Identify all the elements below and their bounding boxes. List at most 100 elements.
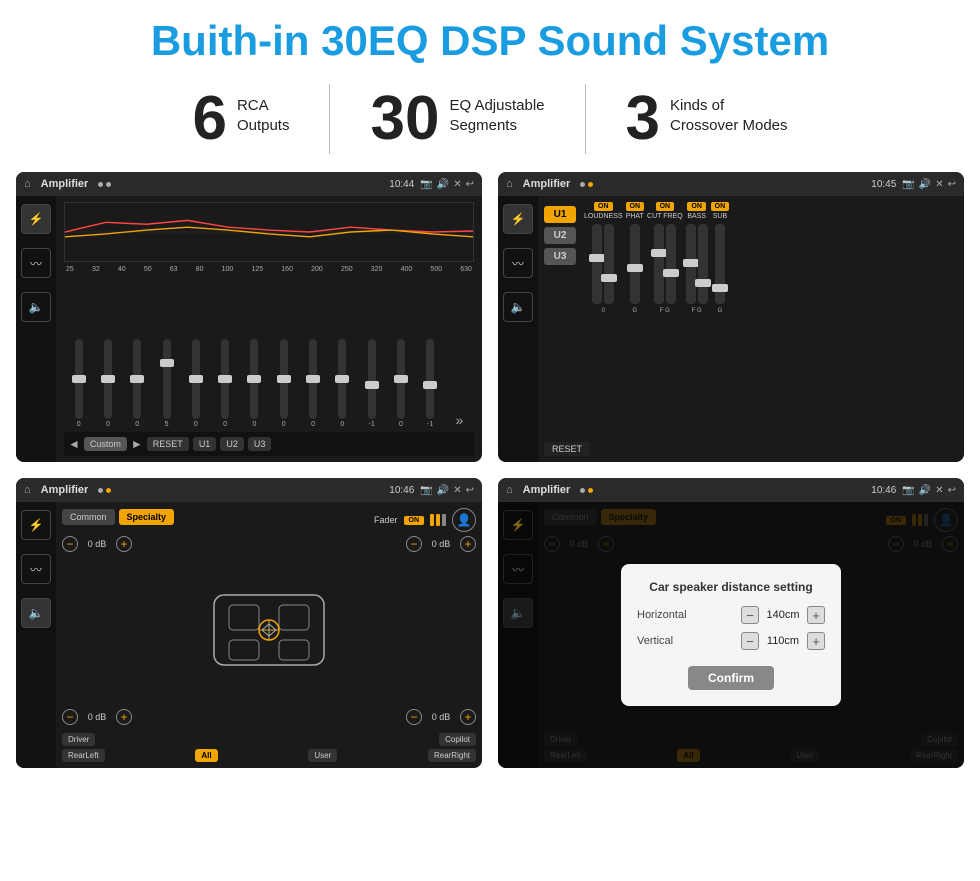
phat-thumb[interactable] [627,264,643,272]
back-icon-1[interactable]: ↩ [466,179,474,190]
crossover-reset-btn[interactable]: RESET [544,442,590,456]
eq-thumb-6[interactable] [247,375,261,383]
back-icon-4[interactable]: ↩ [948,485,956,496]
eq-track-10[interactable] [368,339,376,419]
home-icon-1[interactable]: ⌂ [24,178,31,190]
eq-track-7[interactable] [280,339,288,419]
eq-prev-btn[interactable]: ◄ [68,437,80,451]
horizontal-plus-btn[interactable]: + [807,606,825,624]
eq-u2-btn[interactable]: U2 [220,437,244,451]
vol-minus-fr[interactable]: − [406,536,422,552]
u2-button[interactable]: U2 [544,227,576,244]
confirm-button[interactable]: Confirm [688,666,774,690]
eq-thumb-12[interactable] [423,381,437,389]
eq-thumb-3[interactable] [160,359,174,367]
bass-thumb-g[interactable] [695,279,711,287]
back-icon-3[interactable]: ↩ [466,485,474,496]
eq-track-9[interactable] [338,339,346,419]
vol-minus-rr[interactable]: − [406,709,422,725]
eq-track-5[interactable] [221,339,229,419]
sub-on[interactable]: ON [711,202,730,211]
vertical-plus-btn[interactable]: + [807,632,825,650]
loudness-on[interactable]: ON [594,202,613,211]
home-icon-4[interactable]: ⌂ [506,484,513,496]
eq-reset-btn[interactable]: RESET [147,437,189,451]
eq-track-1[interactable] [104,339,112,419]
speaker-tool-btn-3[interactable]: 🔈 [21,598,51,628]
vol-minus-rl[interactable]: − [62,709,78,725]
vol-plus-fl[interactable]: + [116,536,132,552]
eq-preset-custom[interactable]: Custom [84,437,127,451]
eq-next-btn[interactable]: ► [131,437,143,451]
cutfreq-slider-f[interactable] [654,224,664,304]
close-icon-4: ✕ [935,485,943,496]
eq-track-8[interactable] [309,339,317,419]
bass-thumb-f[interactable] [683,259,699,267]
speaker-tool-btn-2[interactable]: 🔈 [503,292,533,322]
eq-u3-btn[interactable]: U3 [248,437,272,451]
eq-thumb-1[interactable] [101,375,115,383]
eq-track-6[interactable] [250,339,258,419]
u3-button[interactable]: U3 [544,248,576,265]
eq-thumb-11[interactable] [394,375,408,383]
eq-track-4[interactable] [192,339,200,419]
eq-thumb-0[interactable] [72,375,86,383]
vol-plus-rl[interactable]: + [116,709,132,725]
eq-thumb-8[interactable] [306,375,320,383]
phat-on[interactable]: ON [626,202,645,211]
eq-track-11[interactable] [397,339,405,419]
vol-minus-fl[interactable]: − [62,536,78,552]
cutfreq-thumb-g[interactable] [663,269,679,277]
speaker-tool-btn[interactable]: 🔈 [21,292,51,322]
phat-slider[interactable] [630,224,640,304]
vertical-minus-btn[interactable]: − [741,632,759,650]
user-btn[interactable]: User [308,749,337,762]
expand-icon[interactable]: » [456,412,464,428]
tab-specialty-3[interactable]: Specialty [119,509,175,525]
sub-thumb[interactable] [712,284,728,292]
fader-on-toggle[interactable]: ON [404,516,425,525]
eq-thumb-10[interactable] [365,381,379,389]
vol-plus-rr[interactable]: + [460,709,476,725]
eq-tool-btn[interactable]: ⚡ [21,204,51,234]
eq-tool-btn-3[interactable]: ⚡ [21,510,51,540]
horizontal-minus-btn[interactable]: − [741,606,759,624]
home-icon-2[interactable]: ⌂ [506,178,513,190]
bass-on[interactable]: ON [687,202,706,211]
loudness-slider-l[interactable] [592,224,602,304]
wave-tool-btn-3[interactable]: 〰 [21,554,51,584]
bass-slider-f[interactable] [686,224,696,304]
eq-track-3[interactable] [163,339,171,419]
loudness-slider-r[interactable] [604,224,614,304]
back-icon-2[interactable]: ↩ [948,179,956,190]
cutfreq-thumb-f[interactable] [651,249,667,257]
rearright-btn[interactable]: RearRight [428,749,476,762]
wave-tool-btn-2[interactable]: 〰 [503,248,533,278]
eq-thumb-5[interactable] [218,375,232,383]
eq-u1-btn[interactable]: U1 [193,437,217,451]
vol-plus-fr[interactable]: + [460,536,476,552]
loudness-thumb-r[interactable] [601,274,617,282]
cutfreq-slider-g[interactable] [666,224,676,304]
bass-slider-g[interactable] [698,224,708,304]
sub-slider[interactable] [715,224,725,304]
cutfreq-on[interactable]: ON [656,202,675,211]
eq-thumb-2[interactable] [130,375,144,383]
all-btn[interactable]: All [195,749,217,762]
copilot-btn[interactable]: Copilot [439,733,476,746]
u1-button[interactable]: U1 [544,206,576,223]
eq-tool-btn-2[interactable]: ⚡ [503,204,533,234]
eq-thumb-4[interactable] [189,375,203,383]
tab-common-3[interactable]: Common [62,509,115,525]
home-icon-3[interactable]: ⌂ [24,484,31,496]
eq-track-0[interactable] [75,339,83,419]
person-icon-3[interactable]: 👤 [452,508,476,532]
loudness-thumb-l[interactable] [589,254,605,262]
eq-track-2[interactable] [133,339,141,419]
driver-btn[interactable]: Driver [62,733,95,746]
eq-thumb-7[interactable] [277,375,291,383]
wave-tool-btn[interactable]: 〰 [21,248,51,278]
eq-track-12[interactable] [426,339,434,419]
eq-thumb-9[interactable] [335,375,349,383]
rearleft-btn[interactable]: RearLeft [62,749,105,762]
